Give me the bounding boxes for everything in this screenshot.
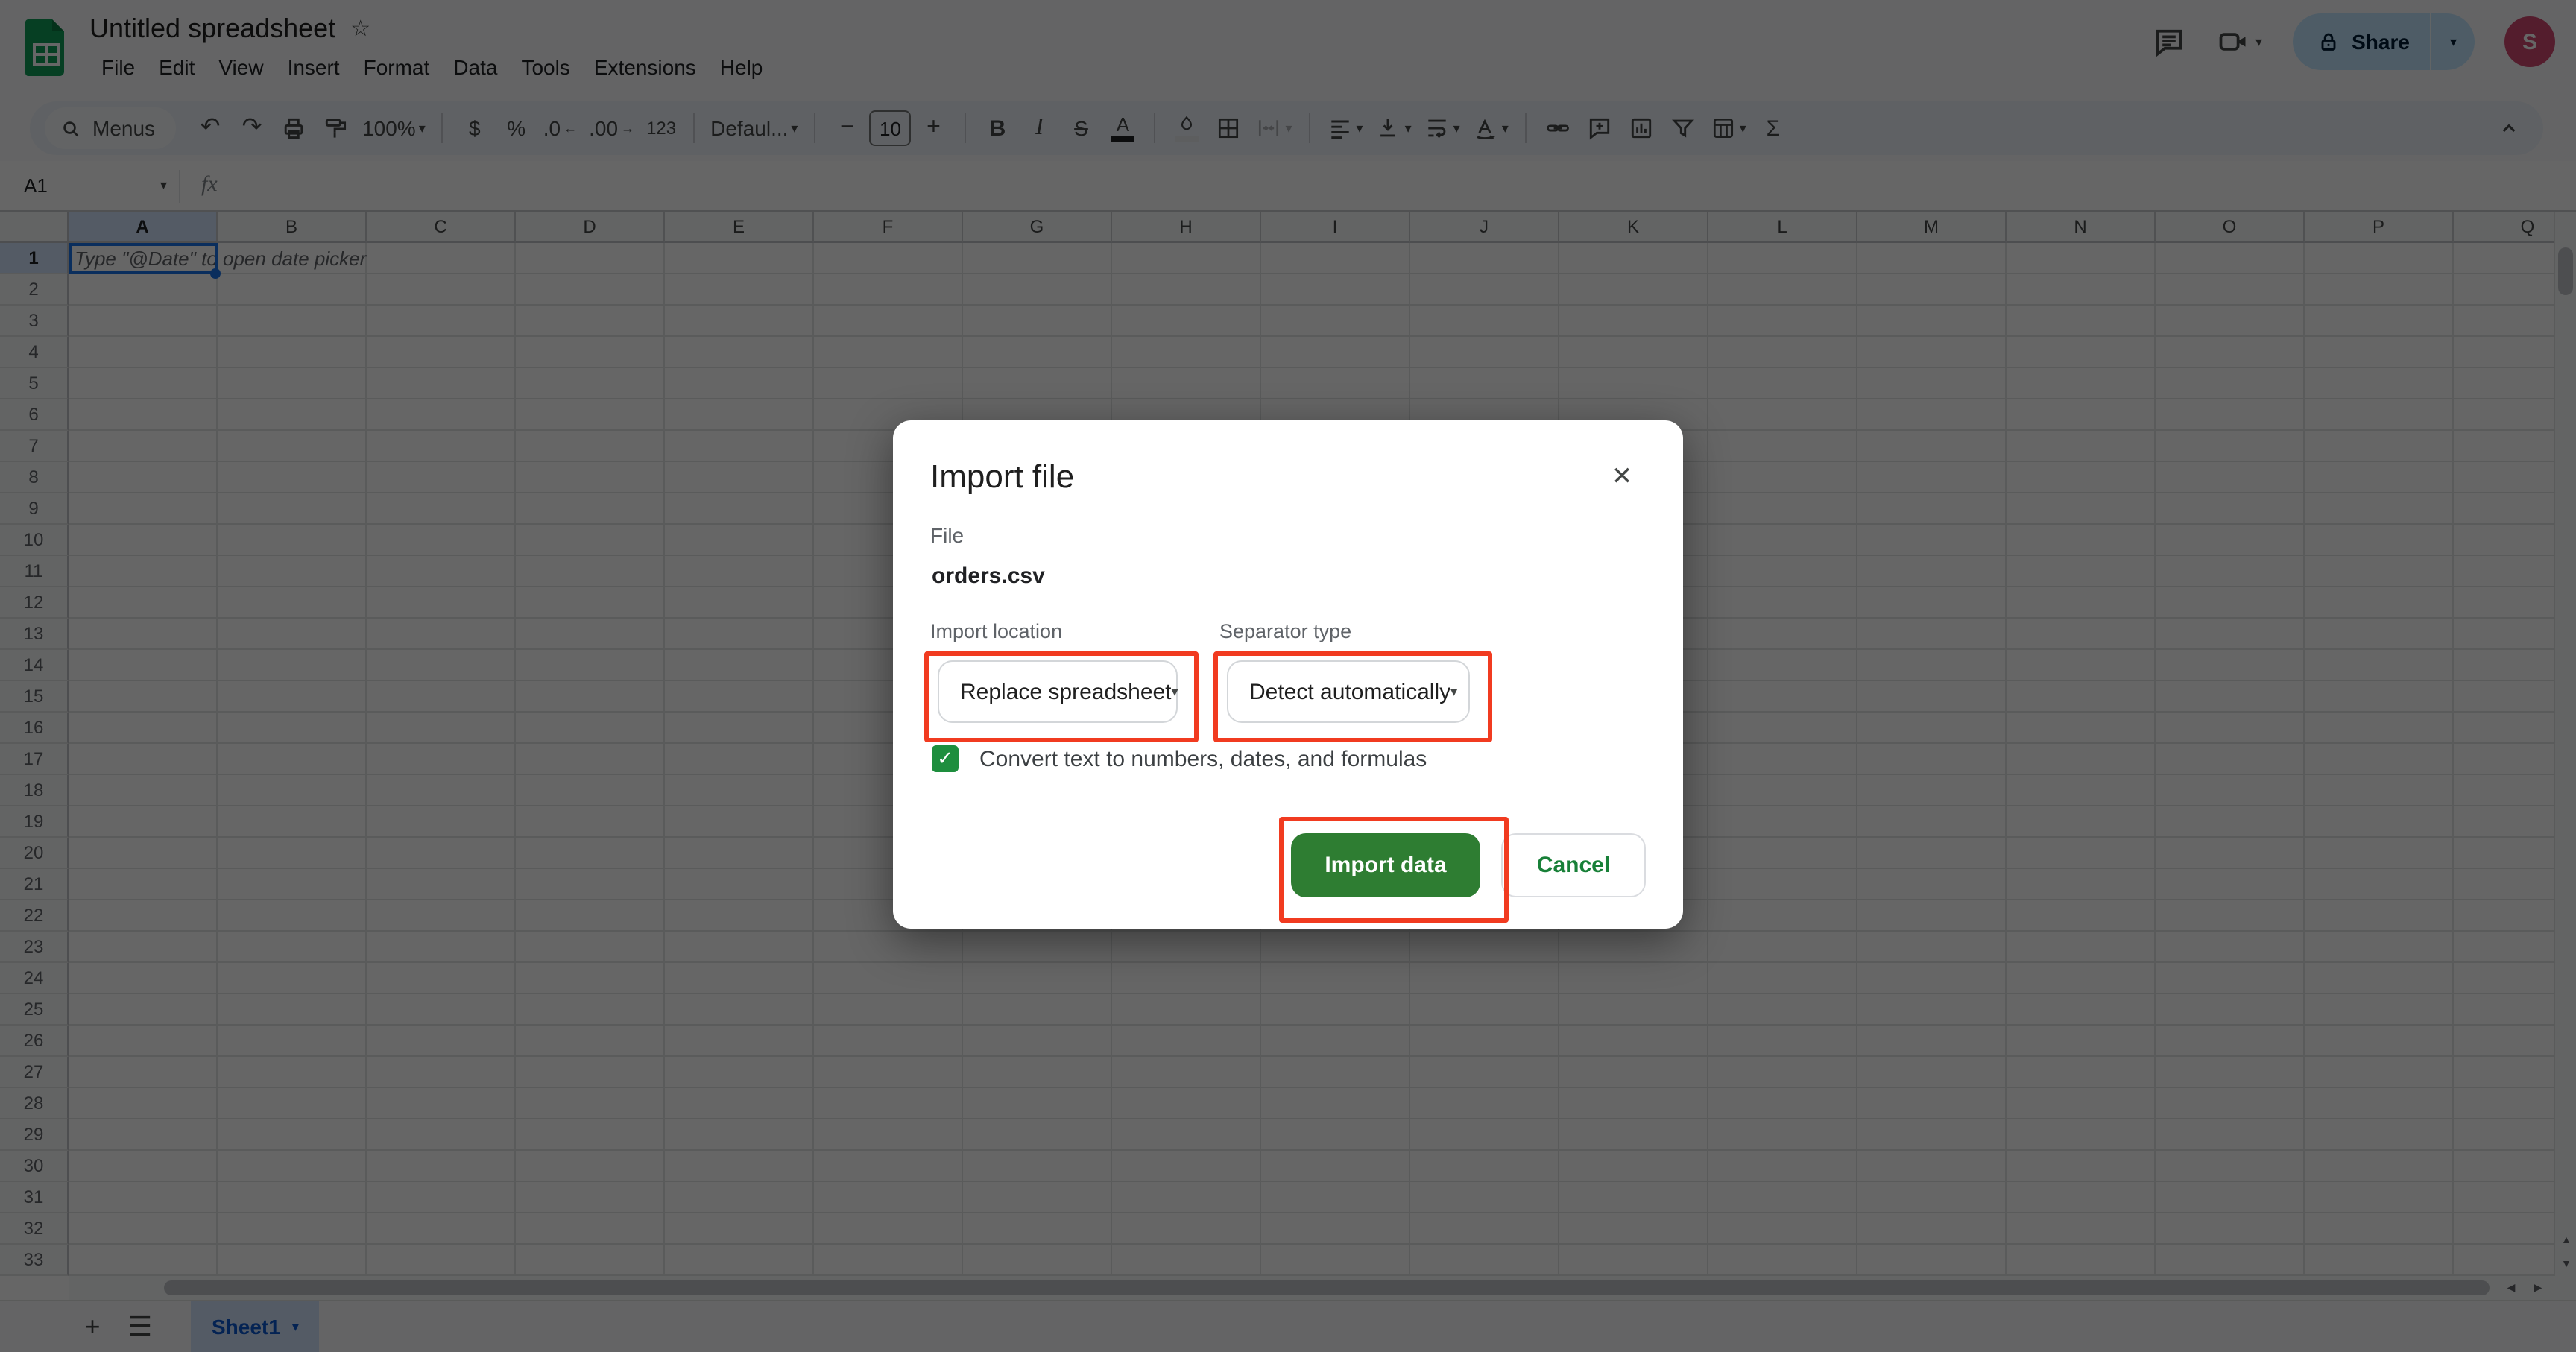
separator-type-value: Detect automatically (1249, 679, 1451, 704)
chevron-down-icon: ▾ (1171, 683, 1178, 698)
separator-type-dropdown[interactable]: Detect automatically ▾ (1227, 660, 1470, 723)
cancel-button[interactable]: Cancel (1501, 833, 1646, 897)
import-location-dropdown[interactable]: Replace spreadsheet ▾ (938, 660, 1178, 723)
import-file-dialog: Import file ✕ File orders.csv Import loc… (893, 420, 1683, 929)
file-name: orders.csv (932, 563, 1045, 589)
import-data-button[interactable]: Import data (1291, 833, 1480, 897)
convert-text-label: Convert text to numbers, dates, and form… (979, 746, 1427, 771)
file-label: File (930, 523, 965, 547)
import-location-label: Import location (930, 620, 1063, 642)
close-icon[interactable]: ✕ (1604, 459, 1640, 495)
import-location-value: Replace spreadsheet (960, 679, 1172, 704)
dialog-title: Import file (930, 458, 1075, 495)
google-sheets-app: Untitled spreadsheet ☆ FileEditViewInser… (0, 0, 2576, 1352)
convert-text-checkbox[interactable]: ✓ (932, 745, 959, 772)
chevron-down-icon: ▾ (1450, 683, 1458, 698)
separator-type-label: Separator type (1219, 620, 1352, 642)
